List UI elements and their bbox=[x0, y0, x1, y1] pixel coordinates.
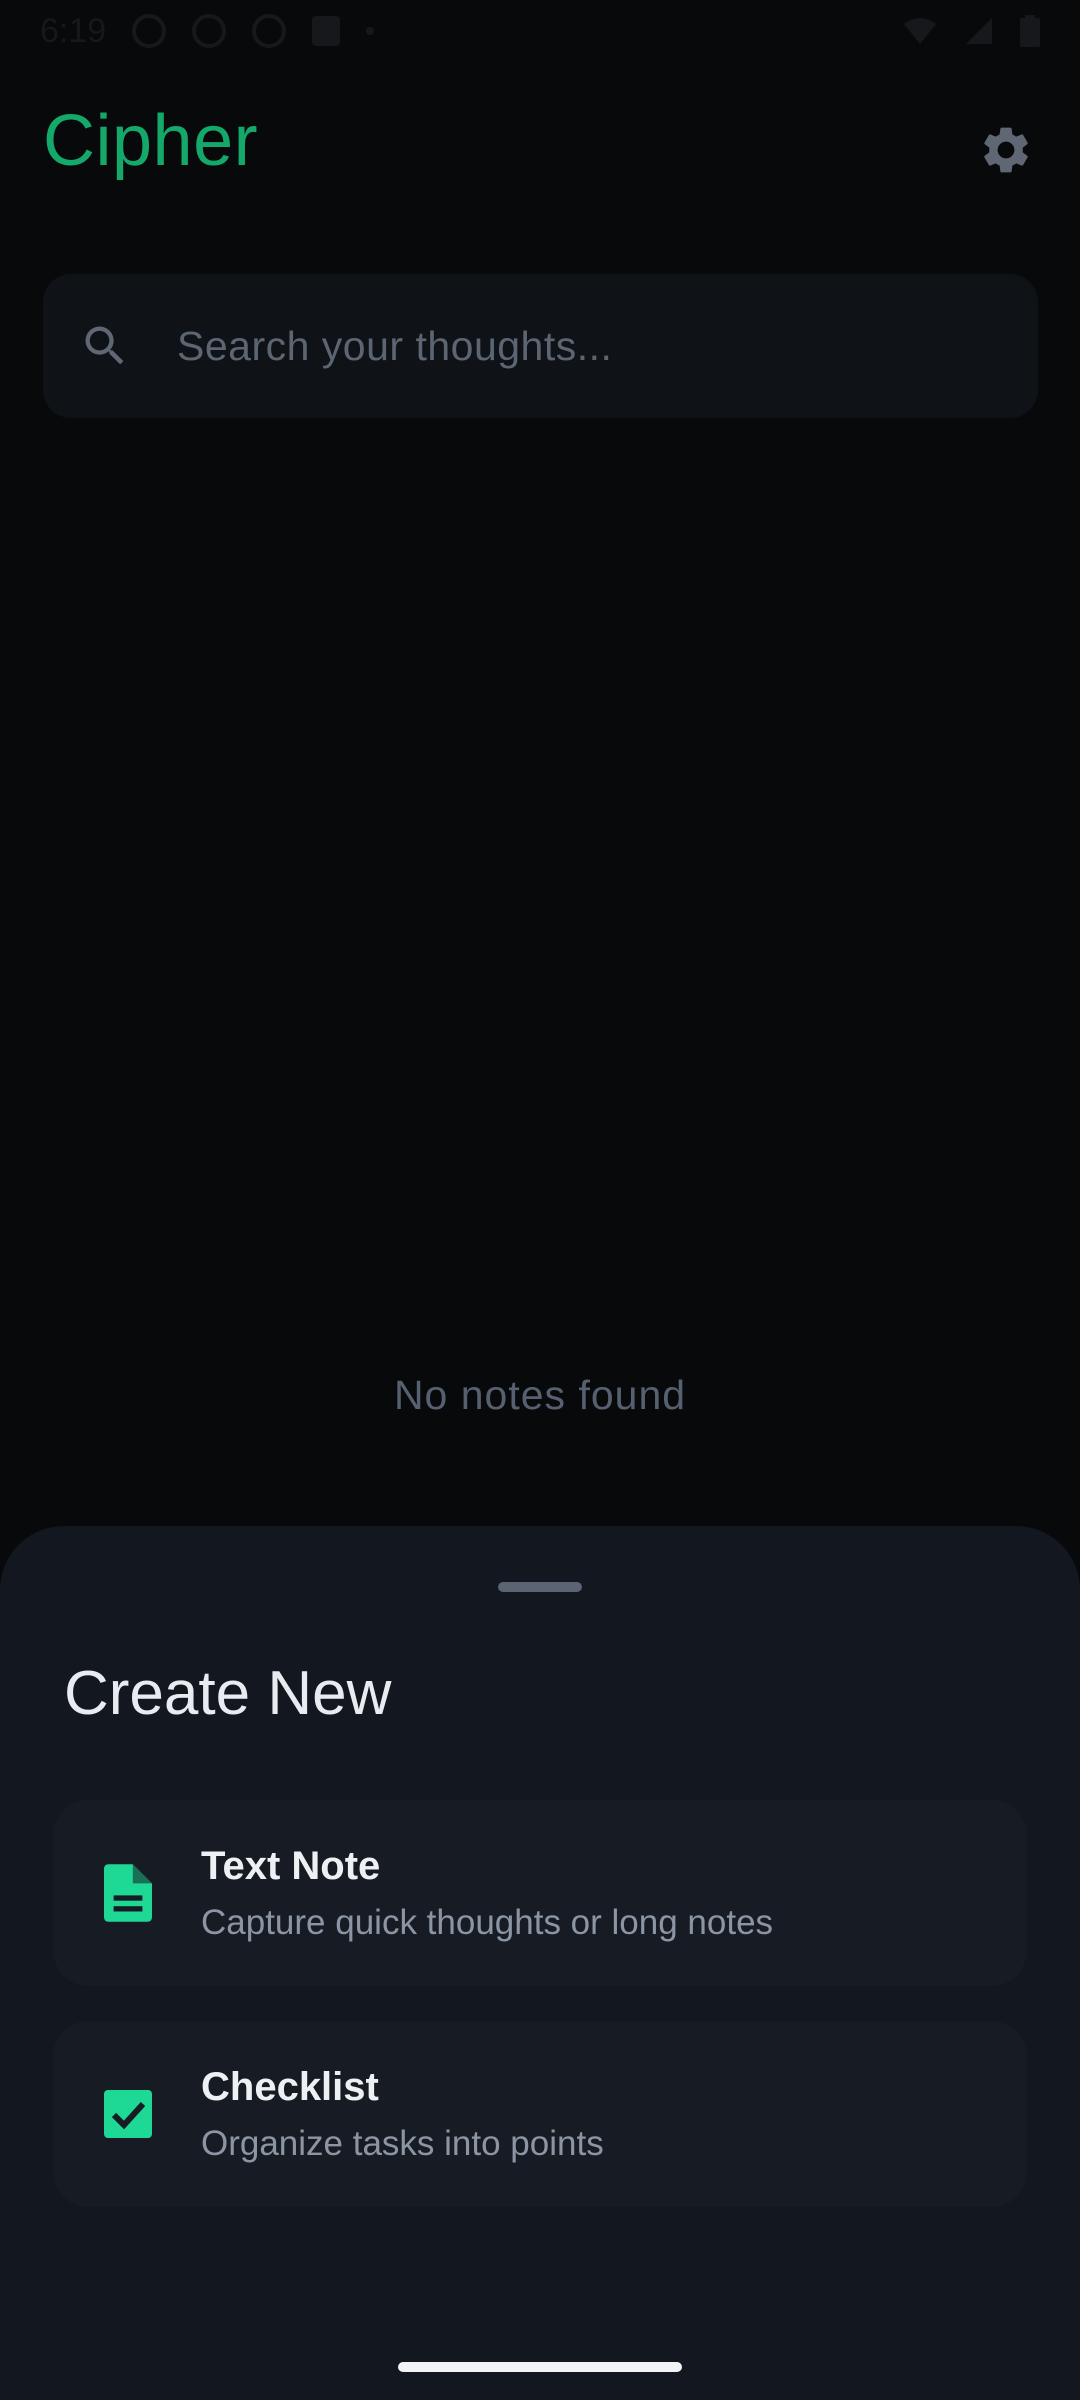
settings-status-icon bbox=[132, 14, 167, 48]
battery-icon bbox=[1020, 15, 1040, 47]
create-new-bottom-sheet: Create New Text Note Capture quick thoug… bbox=[0, 1526, 1080, 2400]
checkbox-icon bbox=[101, 2085, 155, 2143]
gesture-nav-bar[interactable] bbox=[398, 2362, 682, 2372]
checklist-option-text: Checklist Organize tasks into points bbox=[201, 2065, 604, 2164]
checklist-option[interactable]: Checklist Organize tasks into points bbox=[53, 2021, 1027, 2207]
status-bar: 6:19 bbox=[0, 0, 1080, 62]
wifi-icon bbox=[904, 18, 936, 44]
settings-button[interactable] bbox=[972, 116, 1040, 184]
checklist-title: Checklist bbox=[201, 2064, 379, 2109]
status-bar-left: 6:19 bbox=[40, 11, 375, 51]
checklist-subtitle: Organize tasks into points bbox=[201, 2123, 604, 2163]
drag-handle[interactable] bbox=[498, 1582, 582, 1592]
dnd-status-icon bbox=[192, 14, 227, 48]
search-icon bbox=[79, 320, 131, 372]
shield-status-icon bbox=[252, 14, 287, 48]
text-note-option-text: Text Note Capture quick thoughts or long… bbox=[201, 1844, 773, 1943]
search-bar[interactable] bbox=[43, 274, 1038, 418]
status-bar-right bbox=[902, 15, 1040, 47]
gear-icon bbox=[984, 127, 1028, 173]
empty-state-message: No notes found bbox=[393, 1372, 687, 1418]
text-note-option[interactable]: Text Note Capture quick thoughts or long… bbox=[53, 1800, 1027, 1986]
more-notifications-dot-icon bbox=[366, 27, 375, 35]
notification-status-icon bbox=[312, 16, 341, 46]
text-note-title: Text Note bbox=[201, 1843, 381, 1888]
search-input[interactable] bbox=[177, 322, 1038, 370]
signal-icon bbox=[966, 18, 992, 44]
app-title: Cipher bbox=[43, 101, 259, 181]
document-icon bbox=[101, 1864, 155, 1922]
status-time: 6:19 bbox=[40, 11, 107, 50]
screen: 6:19 Cipher Search your thoughts... No n… bbox=[0, 0, 1080, 2400]
text-note-subtitle: Capture quick thoughts or long notes bbox=[201, 1902, 774, 1942]
sheet-title: Create New bbox=[64, 1659, 392, 1728]
